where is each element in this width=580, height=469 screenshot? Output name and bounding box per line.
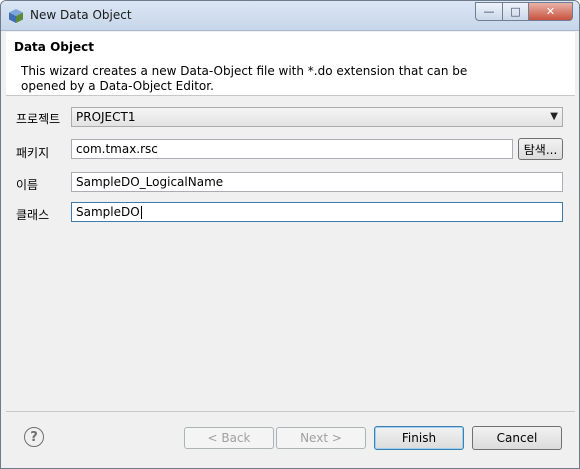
close-icon: ✕ (545, 5, 556, 18)
class-field[interactable]: SampleDO (71, 202, 563, 222)
wizard-window: New Data Object — □ ✕ Data Object This w… (0, 0, 580, 469)
footer-divider (6, 411, 575, 412)
page-title: Data Object (14, 40, 94, 54)
name-field[interactable]: SampleDO_LogicalName (71, 172, 563, 192)
project-select-value: PROJECT1 (76, 110, 136, 124)
cancel-button[interactable]: Cancel (472, 426, 562, 450)
browse-button[interactable]: 탐색... (518, 138, 563, 160)
package-label: 패키지 (16, 146, 50, 160)
next-button[interactable]: Next > (276, 427, 366, 449)
close-button[interactable]: ✕ (528, 2, 573, 21)
chevron-down-icon: ▼ (550, 111, 558, 122)
class-label: 클래스 (16, 208, 50, 222)
project-label: 프로젝트 (16, 112, 61, 126)
class-field-value: SampleDO (76, 205, 140, 219)
app-icon (9, 9, 23, 23)
back-button[interactable]: < Back (184, 427, 274, 449)
minimize-icon: — (483, 5, 495, 18)
package-field[interactable]: com.tmax.rsc (71, 139, 513, 159)
finish-button[interactable]: Finish (374, 426, 464, 450)
window-controls: — □ ✕ (475, 2, 573, 21)
project-select[interactable]: PROJECT1 ▼ (71, 107, 563, 127)
help-icon[interactable]: ? (24, 427, 44, 447)
title-bar: New Data Object — □ ✕ (1, 1, 579, 31)
window-title: New Data Object (30, 8, 132, 22)
wizard-header: Data Object This wizard creates a new Da… (6, 32, 575, 96)
minimize-button[interactable]: — (475, 2, 502, 21)
text-cursor (140, 206, 142, 219)
maximize-button[interactable]: □ (502, 2, 528, 21)
page-description: This wizard creates a new Data-Object fi… (21, 64, 468, 93)
maximize-icon: □ (510, 5, 521, 18)
name-label: 이름 (16, 178, 39, 192)
